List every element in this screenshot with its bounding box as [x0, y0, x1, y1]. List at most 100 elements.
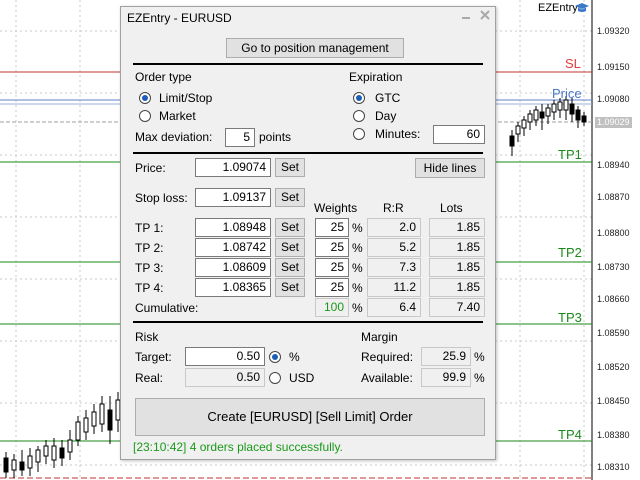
minutes-radio[interactable]	[353, 128, 365, 140]
weights-header: Weights	[314, 201, 358, 215]
max-deviation-label: Max deviation:	[135, 130, 213, 144]
day-radio[interactable]	[353, 110, 365, 122]
risk-real-label: Real:	[135, 371, 164, 385]
tp4-label: TP 4:	[135, 281, 164, 295]
position-management-button[interactable]: Go to position management	[226, 38, 404, 58]
price-axis-label: 1.09150	[597, 62, 630, 72]
order-type-heading: Order type	[135, 70, 192, 84]
price-axis-label: 1.08310	[597, 462, 630, 472]
risk-usd-radio[interactable]	[269, 372, 281, 384]
tp4-set-button[interactable]: Set	[275, 278, 305, 297]
tp3-tag[interactable]: TP3	[558, 310, 582, 325]
cumulative-lots: 7.40	[429, 298, 485, 317]
tp4-weight-unit: %	[352, 281, 363, 295]
price-axis-label: 1.09080	[597, 94, 630, 104]
tp1-set-button[interactable]: Set	[275, 218, 305, 237]
gtc-radio[interactable]	[353, 92, 365, 104]
lots-header: Lots	[440, 201, 463, 215]
divider	[133, 63, 483, 65]
window-title: EZEntry - EURUSD	[127, 11, 232, 25]
tp3-rr-value: 7.3	[367, 258, 421, 277]
tp3-set-button[interactable]: Set	[275, 258, 305, 277]
price-input[interactable]: 1.09074	[195, 158, 271, 177]
risk-percent-radio[interactable]	[269, 351, 281, 363]
tp2-rr-value: 5.2	[367, 238, 421, 257]
price-axis-label: 1.08380	[597, 430, 630, 440]
tp4-weight-input[interactable]: 25	[315, 278, 349, 297]
price-label: Price:	[135, 161, 166, 175]
risk-percent-label[interactable]: %	[289, 350, 300, 364]
market-label[interactable]: Market	[159, 109, 196, 123]
stop-loss-set-button[interactable]: Set	[275, 188, 305, 207]
price-axis-label: 1.08940	[597, 160, 630, 170]
market-radio[interactable]	[139, 110, 151, 122]
price-axis-label: 1.08450	[597, 396, 630, 406]
price-axis-label: 1.09320	[597, 26, 630, 36]
tp2-tag[interactable]: TP2	[558, 245, 582, 260]
risk-target-label: Target:	[135, 350, 172, 364]
cumulative-rr: 6.4	[367, 298, 421, 317]
tp2-input[interactable]: 1.08742	[195, 238, 271, 257]
tp1-tag[interactable]: TP1	[558, 147, 582, 162]
title-bar[interactable]: EZEntry - EURUSD	[121, 7, 495, 29]
price-axis-label: 1.08590	[597, 328, 630, 338]
tp2-weight-unit: %	[352, 241, 363, 255]
price-axis-label: 1.08660	[597, 294, 630, 304]
price-set-button[interactable]: Set	[275, 158, 305, 177]
minimize-icon[interactable]	[459, 10, 473, 24]
stop-loss-input[interactable]: 1.09137	[195, 188, 271, 207]
margin-required-value: 25.9	[421, 347, 471, 366]
limit-stop-radio[interactable]	[139, 92, 151, 104]
max-deviation-input[interactable]: 5	[225, 128, 255, 147]
tp3-weight-unit: %	[352, 261, 363, 275]
tp2-label: TP 2:	[135, 241, 164, 255]
tp3-lots-value: 1.85	[429, 258, 485, 277]
tp3-label: TP 3:	[135, 261, 164, 275]
cumulative-weight-unit: %	[352, 301, 363, 315]
tp1-weight-input[interactable]: 25	[315, 218, 349, 237]
cumulative-weight: 100	[315, 298, 349, 317]
margin-available-label: Available:	[361, 371, 413, 385]
price-tag[interactable]: Price	[552, 86, 582, 101]
tp3-input[interactable]: 1.08609	[195, 258, 271, 277]
price-axis-label: 1.08800	[597, 228, 630, 238]
margin-required-label: Required:	[361, 350, 414, 364]
candles-left	[3, 392, 121, 478]
max-deviation-unit: points	[259, 130, 292, 144]
tp1-lots-value: 1.85	[429, 218, 485, 237]
margin-required-unit: %	[474, 350, 485, 364]
risk-usd-label[interactable]: USD	[289, 371, 314, 385]
tp1-rr-value: 2.0	[367, 218, 421, 237]
brand-label: EZEntry	[538, 2, 578, 14]
minutes-label[interactable]: Minutes:	[375, 127, 420, 141]
current-price-label: 1.09029	[595, 117, 632, 128]
risk-real-value: 0.50	[185, 368, 265, 387]
cumulative-label: Cumulative:	[135, 301, 199, 315]
stop-loss-label: Stop loss:	[135, 191, 188, 205]
create-order-button[interactable]: Create [EURUSD] [Sell Limit] Order	[135, 398, 485, 436]
margin-heading: Margin	[361, 330, 398, 344]
margin-available-unit: %	[474, 371, 485, 385]
price-axis-label: 1.08730	[597, 262, 630, 272]
tp1-input[interactable]: 1.08948	[195, 218, 271, 237]
tp4-tag[interactable]: TP4	[558, 427, 582, 442]
risk-target-input[interactable]: 0.50	[185, 347, 265, 366]
rr-header: R:R	[383, 201, 404, 215]
tp2-weight-input[interactable]: 25	[315, 238, 349, 257]
tp3-weight-input[interactable]: 25	[315, 258, 349, 277]
divider	[133, 152, 483, 154]
tp2-set-button[interactable]: Set	[275, 238, 305, 257]
close-icon[interactable]	[478, 10, 492, 24]
divider	[133, 321, 483, 323]
gtc-label[interactable]: GTC	[375, 91, 400, 105]
risk-heading: Risk	[135, 330, 159, 344]
hide-lines-button[interactable]: Hide lines	[415, 158, 485, 178]
limit-stop-label[interactable]: Limit/Stop	[159, 91, 212, 105]
minutes-input[interactable]: 60	[433, 125, 485, 144]
ezentry-panel: EZEntry - EURUSD Go to position manageme…	[120, 6, 496, 460]
margin-available-value: 99.9	[421, 368, 471, 387]
expiration-heading: Expiration	[349, 70, 403, 84]
day-label[interactable]: Day	[375, 109, 396, 123]
sl-tag[interactable]: SL	[565, 56, 581, 71]
tp4-input[interactable]: 1.08365	[195, 278, 271, 297]
